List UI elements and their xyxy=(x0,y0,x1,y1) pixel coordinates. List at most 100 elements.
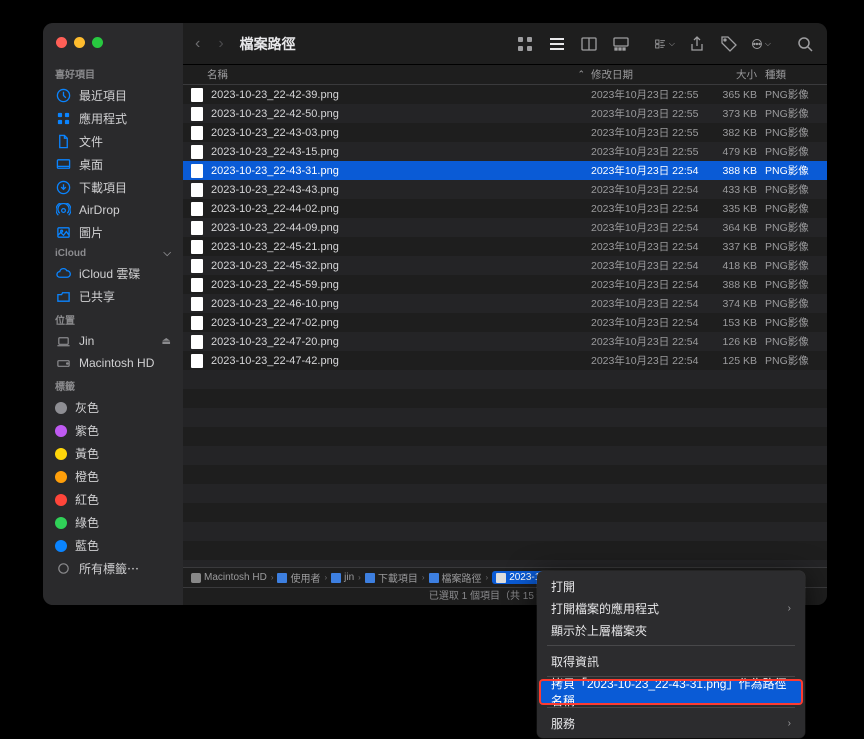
column-size[interactable]: 大小 xyxy=(703,67,765,82)
context-menu-item[interactable]: 顯示於上層檔案夾 xyxy=(537,619,805,641)
share-icon[interactable] xyxy=(687,34,707,54)
file-size: 365 KB xyxy=(703,89,765,101)
path-segment[interactable]: jin xyxy=(331,572,354,583)
path-segment[interactable]: 使用者 xyxy=(277,570,320,585)
file-icon xyxy=(496,573,506,583)
file-kind: PNG影像 xyxy=(765,258,827,273)
folder-icon xyxy=(429,573,439,583)
file-size: 125 KB xyxy=(703,355,765,367)
file-row[interactable]: 2023-10-23_22-45-21.png 2023年10月23日 22:5… xyxy=(183,237,827,256)
column-date[interactable]: 修改日期 xyxy=(591,67,703,82)
eject-icon[interactable]: ⏏ xyxy=(162,336,171,347)
submenu-arrow-icon: › xyxy=(788,718,791,729)
file-kind: PNG影像 xyxy=(765,296,827,311)
file-name: 2023-10-23_22-43-43.png xyxy=(211,184,591,196)
file-date: 2023年10月23日 22:54 xyxy=(591,258,703,273)
file-row[interactable]: 2023-10-23_22-42-39.png 2023年10月23日 22:5… xyxy=(183,85,827,104)
file-size: 373 KB xyxy=(703,108,765,120)
context-menu-item[interactable]: 打開 xyxy=(537,575,805,597)
file-size: 153 KB xyxy=(703,317,765,329)
file-size: 418 KB xyxy=(703,260,765,272)
sidebar-item-label: 所有標籤⋯ xyxy=(79,560,139,577)
zoom-button[interactable] xyxy=(92,37,103,48)
file-row[interactable]: 2023-10-23_22-47-02.png 2023年10月23日 22:5… xyxy=(183,313,827,332)
sidebar-item[interactable]: 紫色 xyxy=(43,419,183,442)
folder-icon xyxy=(331,573,341,583)
sidebar-item[interactable]: 最近項目 xyxy=(43,84,183,107)
file-kind: PNG影像 xyxy=(765,239,827,254)
tag-dot-icon xyxy=(55,540,67,552)
file-icon xyxy=(191,297,207,311)
file-kind: PNG影像 xyxy=(765,163,827,178)
file-name: 2023-10-23_22-45-59.png xyxy=(211,279,591,291)
sidebar-item[interactable]: 所有標籤⋯ xyxy=(43,557,183,580)
doc-icon xyxy=(55,134,71,150)
sidebar-item[interactable]: 藍色 xyxy=(43,534,183,557)
view-gallery-icon[interactable] xyxy=(611,34,631,54)
file-date: 2023年10月23日 22:54 xyxy=(591,296,703,311)
path-segment[interactable]: 檔案路徑 xyxy=(429,570,482,585)
sidebar-item[interactable]: 紅色 xyxy=(43,488,183,511)
tag-dot-icon xyxy=(55,448,67,460)
context-menu-item[interactable]: 打開檔案的應用程式› xyxy=(537,597,805,619)
path-segment[interactable]: Macintosh HD xyxy=(191,572,267,583)
path-segment[interactable]: 下載項目 xyxy=(365,570,418,585)
file-icon xyxy=(191,240,207,254)
context-menu-item[interactable]: 拷貝「2023-10-23_22-43-31.png」作為路徑名稱 xyxy=(541,681,801,703)
view-icon-grid[interactable] xyxy=(515,34,535,54)
sidebar-item-label: Jin xyxy=(79,334,94,348)
file-row[interactable]: 2023-10-23_22-45-32.png 2023年10月23日 22:5… xyxy=(183,256,827,275)
file-row[interactable]: 2023-10-23_22-42-50.png 2023年10月23日 22:5… xyxy=(183,104,827,123)
tag-icon[interactable] xyxy=(719,34,739,54)
file-date: 2023年10月23日 22:54 xyxy=(591,163,703,178)
file-row[interactable]: 2023-10-23_22-46-10.png 2023年10月23日 22:5… xyxy=(183,294,827,313)
sidebar-item[interactable]: iCloud 雲碟 xyxy=(43,262,183,285)
submenu-arrow-icon: › xyxy=(788,603,791,614)
folder-icon xyxy=(365,573,375,583)
sidebar-item[interactable]: 桌面 xyxy=(43,153,183,176)
sidebar-item[interactable]: 文件 xyxy=(43,130,183,153)
sidebar-item-label: 應用程式 xyxy=(79,110,127,127)
sidebar-item[interactable]: 綠色 xyxy=(43,511,183,534)
sidebar-item[interactable]: Macintosh HD xyxy=(43,352,183,374)
sidebar-item[interactable]: Jin ⏏ xyxy=(43,330,183,352)
search-icon[interactable] xyxy=(795,34,815,54)
context-menu: 打開打開檔案的應用程式›顯示於上層檔案夾取得資訊拷貝「2023-10-23_22… xyxy=(537,571,805,738)
forward-button[interactable]: › xyxy=(218,35,223,53)
minimize-button[interactable] xyxy=(74,37,85,48)
file-row[interactable]: 2023-10-23_22-43-15.png 2023年10月23日 22:5… xyxy=(183,142,827,161)
view-column-icon[interactable] xyxy=(579,34,599,54)
file-row[interactable]: 2023-10-23_22-44-09.png 2023年10月23日 22:5… xyxy=(183,218,827,237)
sidebar-item[interactable]: 灰色 xyxy=(43,396,183,419)
file-row[interactable]: 2023-10-23_22-43-31.png 2023年10月23日 22:5… xyxy=(183,161,827,180)
file-date: 2023年10月23日 22:54 xyxy=(591,353,703,368)
sidebar-item[interactable]: 下載項目 xyxy=(43,176,183,199)
file-icon xyxy=(191,259,207,273)
back-button[interactable]: ‹ xyxy=(195,35,200,53)
file-row[interactable]: 2023-10-23_22-47-42.png 2023年10月23日 22:5… xyxy=(183,351,827,370)
sidebar-item[interactable]: 橙色 xyxy=(43,465,183,488)
sidebar-item[interactable]: 黃色 xyxy=(43,442,183,465)
file-row[interactable]: 2023-10-23_22-44-02.png 2023年10月23日 22:5… xyxy=(183,199,827,218)
file-kind: PNG影像 xyxy=(765,182,827,197)
context-menu-item[interactable]: 服務› xyxy=(537,712,805,734)
empty-row xyxy=(183,522,827,541)
file-row[interactable]: 2023-10-23_22-47-20.png 2023年10月23日 22:5… xyxy=(183,332,827,351)
column-kind[interactable]: 種類 xyxy=(765,67,827,82)
sidebar-item[interactable]: 應用程式 xyxy=(43,107,183,130)
column-name[interactable]: 名稱⌃ xyxy=(207,67,591,82)
view-list-icon[interactable] xyxy=(547,34,567,54)
file-row[interactable]: 2023-10-23_22-43-03.png 2023年10月23日 22:5… xyxy=(183,123,827,142)
close-button[interactable] xyxy=(56,37,67,48)
file-row[interactable]: 2023-10-23_22-45-59.png 2023年10月23日 22:5… xyxy=(183,275,827,294)
sidebar-item[interactable]: AirDrop xyxy=(43,199,183,221)
sidebar-item[interactable]: 圖片 xyxy=(43,221,183,244)
context-menu-item[interactable]: 取得資訊 xyxy=(537,650,805,672)
file-kind: PNG影像 xyxy=(765,125,827,140)
sidebar-item-label: 文件 xyxy=(79,133,103,150)
sidebar-item[interactable]: 已共享 xyxy=(43,285,183,308)
file-row[interactable]: 2023-10-23_22-43-43.png 2023年10月23日 22:5… xyxy=(183,180,827,199)
group-by-icon[interactable]: ⌵ xyxy=(655,34,675,54)
action-icon[interactable]: ⌵ xyxy=(751,34,771,54)
folder-icon xyxy=(277,573,287,583)
